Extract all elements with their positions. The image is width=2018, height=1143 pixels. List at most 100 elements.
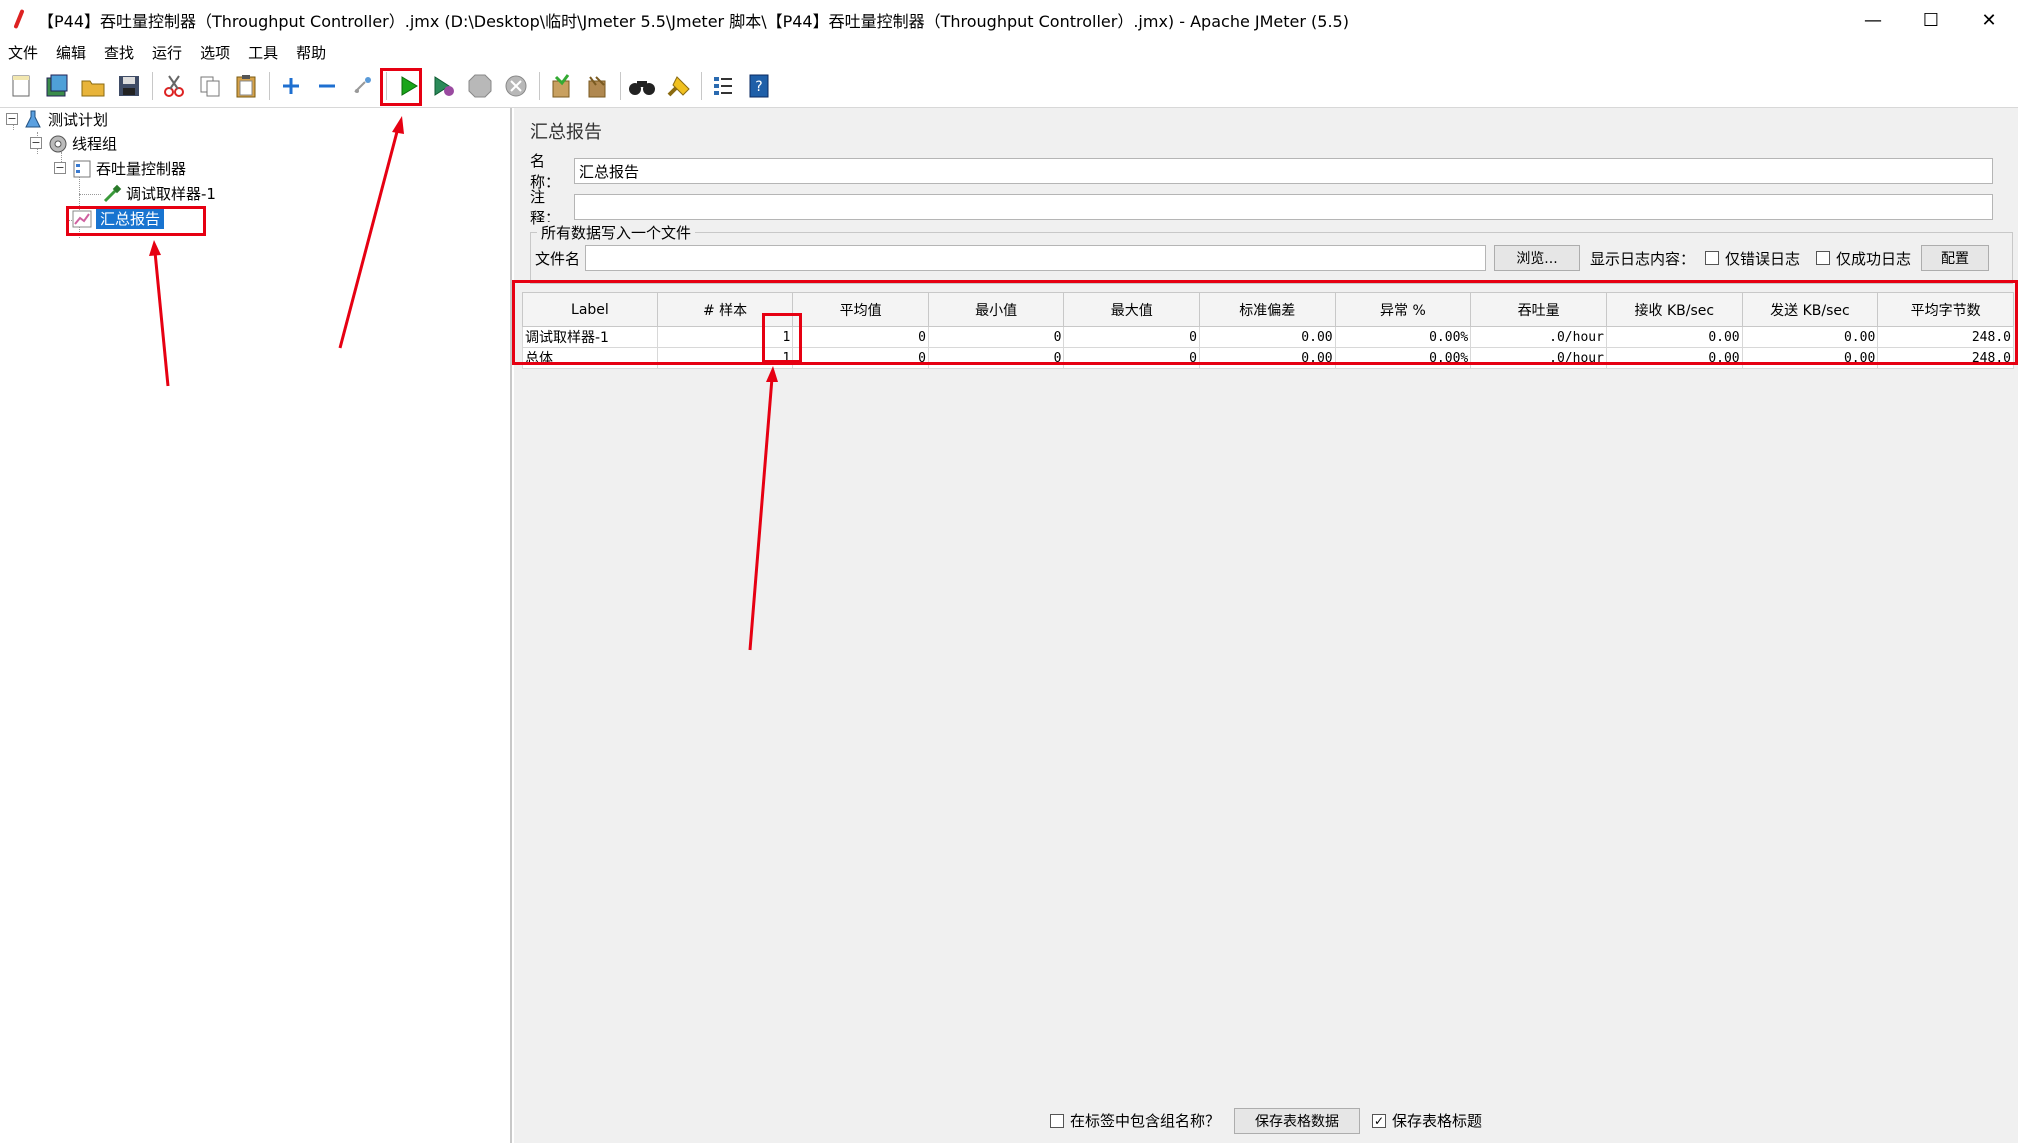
cell-error-pct: 0.00%: [1334, 326, 1472, 348]
col-min[interactable]: 最小值: [927, 292, 1065, 327]
reset-search-icon[interactable]: [663, 71, 693, 101]
table-row[interactable]: 调试取样器-1 1 0 0 0 0.00 0.00% .0/hour 0.00 …: [522, 326, 2014, 348]
collapse-icon[interactable]: [312, 71, 342, 101]
menu-tools[interactable]: 工具: [240, 42, 286, 63]
tree-node-test-plan[interactable]: − 测试计划: [6, 108, 108, 130]
success-only-checkbox[interactable]: [1816, 251, 1831, 265]
cell-std-dev: 0.00: [1199, 326, 1336, 348]
configure-button[interactable]: 配置: [1921, 245, 1990, 271]
tree-node-throughput-controller[interactable]: − 吞吐量控制器: [54, 157, 186, 179]
toolbar-separator: [539, 71, 540, 100]
col-received-kb[interactable]: 接收 KB/sec: [1605, 292, 1743, 327]
filename-field[interactable]: [585, 245, 1486, 271]
templates-icon[interactable]: [42, 71, 72, 101]
thread-group-gear-icon: [48, 134, 67, 153]
cell-std-dev: 0.00: [1199, 347, 1336, 369]
comment-row: 注释：: [530, 186, 1993, 228]
clear-all-icon[interactable]: [582, 71, 612, 101]
write-to-file-group-title: 所有数据写入一个文件: [537, 222, 696, 243]
search-icon[interactable]: [627, 71, 657, 101]
menu-edit[interactable]: 编辑: [48, 42, 94, 63]
menu-help[interactable]: 帮助: [288, 42, 334, 63]
cell-throughput: .0/hour: [1470, 326, 1607, 348]
col-average[interactable]: 平均值: [792, 292, 929, 327]
expand-icon[interactable]: [276, 71, 306, 101]
help-icon[interactable]: ?: [744, 71, 774, 101]
include-group-name-option[interactable]: 在标签中包含组名称？: [1049, 1110, 1220, 1131]
start-no-pause-icon[interactable]: [429, 71, 459, 101]
jmeter-feather-icon: [12, 9, 26, 31]
cell-received-kb: 0.00: [1605, 326, 1743, 348]
tree-label-throughput-controller: 吞吐量控制器: [96, 159, 187, 178]
collapse-toggle-icon[interactable]: −: [30, 137, 42, 149]
cell-throughput: .0/hour: [1470, 347, 1607, 369]
collapse-toggle-icon[interactable]: −: [6, 113, 18, 125]
copy-icon[interactable]: [195, 71, 225, 101]
errors-only-option[interactable]: 仅错误日志: [1705, 248, 1800, 269]
col-throughput[interactable]: 吞吐量: [1470, 292, 1607, 327]
save-table-header-checkbox[interactable]: ✓: [1372, 1113, 1386, 1128]
panel-title: 汇总报告: [530, 122, 602, 143]
cell-max: 0: [1063, 326, 1200, 348]
tree-label-summary-report: 汇总报告: [96, 207, 165, 229]
start-icon[interactable]: [393, 71, 423, 101]
tree-label-test-plan: 测试计划: [48, 110, 109, 129]
save-table-header-option[interactable]: ✓ 保存表格标题: [1372, 1110, 1482, 1131]
toggle-icon[interactable]: [348, 71, 378, 101]
col-label[interactable]: Label: [522, 292, 658, 327]
cut-icon[interactable]: [159, 71, 189, 101]
function-helper-icon[interactable]: [708, 71, 738, 101]
menu-run[interactable]: 运行: [144, 42, 190, 63]
results-table[interactable]: Label # 样本 平均值 最小值 最大值 标准偏差 异常 % 吞吐量 接收 …: [522, 292, 2014, 369]
cell-sent-kb: 0.00: [1741, 326, 1879, 348]
collapse-toggle-icon[interactable]: −: [54, 162, 66, 174]
cell-label: 调试取样器-1: [522, 326, 658, 348]
shutdown-icon[interactable]: [501, 71, 531, 101]
new-icon[interactable]: [6, 71, 36, 101]
open-icon[interactable]: [78, 71, 108, 101]
tree-node-summary-report[interactable]: 汇总报告: [72, 207, 165, 229]
clear-icon[interactable]: [546, 71, 576, 101]
table-options-bar: 在标签中包含组名称？ 保存表格数据 ✓ 保存表格标题: [514, 1098, 2018, 1143]
toolbar: ?: [0, 64, 2018, 108]
cell-min: 0: [927, 347, 1065, 369]
comment-field[interactable]: [574, 194, 1993, 220]
cell-samples: 1: [656, 326, 794, 348]
toolbar-separator: [620, 71, 621, 100]
success-only-label: 仅成功日志: [1836, 249, 1912, 268]
menu-options[interactable]: 选项: [192, 42, 238, 63]
success-only-option[interactable]: 仅成功日志: [1816, 248, 1911, 269]
col-samples[interactable]: # 样本: [656, 292, 794, 327]
listener-chart-icon: [72, 209, 92, 228]
save-table-header-label: 保存表格标题: [1392, 1112, 1483, 1130]
col-max[interactable]: 最大值: [1063, 292, 1200, 327]
tree-node-debug-sampler[interactable]: 调试取样器-1: [102, 182, 216, 204]
paste-icon[interactable]: [231, 71, 261, 101]
col-avg-bytes[interactable]: 平均字节数: [1877, 292, 2014, 327]
cell-max: 0: [1063, 347, 1200, 369]
tree-node-thread-group[interactable]: − 线程组: [30, 132, 117, 154]
close-button[interactable]: ✕: [1960, 0, 2018, 40]
include-group-name-checkbox[interactable]: [1049, 1113, 1064, 1128]
filename-row: 文件名 浏览... 显示日志内容： 仅错误日志 仅成功日志 配置: [535, 245, 1990, 271]
table-row-total[interactable]: 总体 1 0 0 0 0.00 0.00% .0/hour 0.00 0.00 …: [522, 347, 2014, 369]
col-std-dev[interactable]: 标准偏差: [1199, 292, 1336, 327]
menu-file[interactable]: 文件: [0, 42, 46, 63]
save-icon[interactable]: [114, 71, 144, 101]
menu-search[interactable]: 查找: [96, 42, 142, 63]
minimize-button[interactable]: —: [1844, 0, 1902, 40]
save-table-data-button[interactable]: 保存表格数据: [1234, 1107, 1360, 1134]
browse-button[interactable]: 浏览...: [1494, 245, 1580, 271]
errors-only-label: 仅错误日志: [1725, 249, 1801, 268]
col-error-pct[interactable]: 异常 %: [1334, 292, 1472, 327]
errors-only-checkbox[interactable]: [1705, 251, 1720, 265]
name-field[interactable]: 汇总报告: [574, 158, 1993, 184]
stop-icon[interactable]: [465, 71, 495, 101]
col-sent-kb[interactable]: 发送 KB/sec: [1741, 292, 1879, 327]
window-title: 【P44】吞吐量控制器（Throughput Controller）.jmx (…: [38, 12, 1349, 31]
window-controls: — ☐ ✕: [1844, 0, 2018, 40]
cell-label: 总体: [522, 347, 658, 369]
tree-label-thread-group: 线程组: [72, 134, 118, 153]
cell-sent-kb: 0.00: [1741, 347, 1879, 369]
maximize-button[interactable]: ☐: [1902, 0, 1960, 40]
